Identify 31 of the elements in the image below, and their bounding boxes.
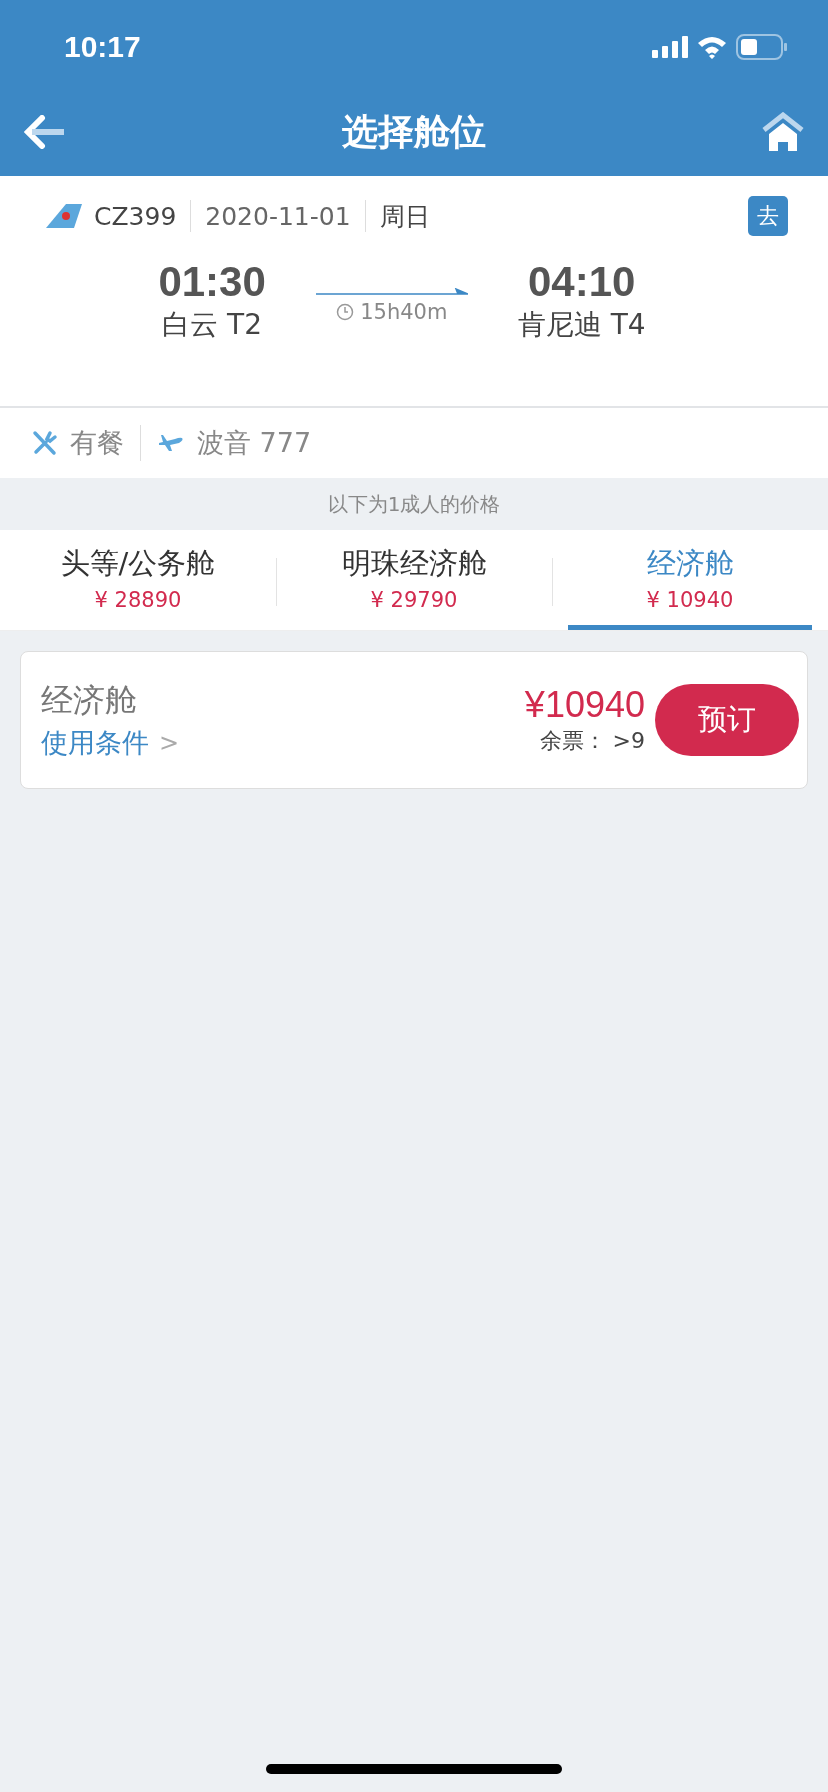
chevron-icon: > bbox=[159, 729, 180, 757]
airline-logo-icon bbox=[46, 204, 82, 228]
status-time: 10:17 bbox=[64, 29, 141, 64]
book-button[interactable]: 预订 bbox=[655, 684, 799, 756]
flight-number: CZ399 bbox=[94, 201, 177, 231]
clock-icon bbox=[336, 303, 355, 321]
flight-arrow-icon bbox=[315, 288, 468, 296]
cabin-tab[interactable]: 明珠经济舱 ¥ 29790 bbox=[292, 530, 536, 630]
wifi-icon bbox=[696, 35, 728, 59]
cabin-tab[interactable]: 头等/公务舱 ¥ 28890 bbox=[16, 530, 260, 630]
page-title: 选择舱位 bbox=[342, 109, 486, 154]
remaining-seats: 余票： >9 bbox=[539, 726, 645, 756]
cabin-name: 经济舱 bbox=[41, 680, 138, 721]
departure-airport: 白云 T2 bbox=[162, 307, 262, 343]
fare-price: ¥10940 bbox=[524, 684, 645, 726]
battery-icon bbox=[736, 34, 788, 60]
signal-icon bbox=[652, 36, 688, 58]
flight-date: 2020-11-01 bbox=[205, 201, 351, 231]
utensils-icon bbox=[32, 430, 58, 456]
home-icon[interactable] bbox=[762, 112, 804, 152]
weekday: 周日 bbox=[379, 200, 430, 233]
price-note: 以下为1成人的价格 bbox=[326, 490, 502, 518]
arrival-airport: 肯尼迪 T4 bbox=[517, 307, 646, 343]
facility-label: 波音 777 bbox=[197, 426, 312, 460]
arrival-time: 04:10 bbox=[528, 258, 636, 306]
departure-time: 01:30 bbox=[158, 258, 266, 306]
flight-duration: 15h40m bbox=[360, 300, 448, 324]
facility-label: 有餐 bbox=[70, 426, 124, 460]
conditions-link[interactable]: 使用条件 bbox=[41, 725, 149, 761]
cabin-tab[interactable]: 经济舱 ¥ 10940 bbox=[568, 530, 812, 630]
direction-badge: 去 bbox=[748, 196, 788, 236]
